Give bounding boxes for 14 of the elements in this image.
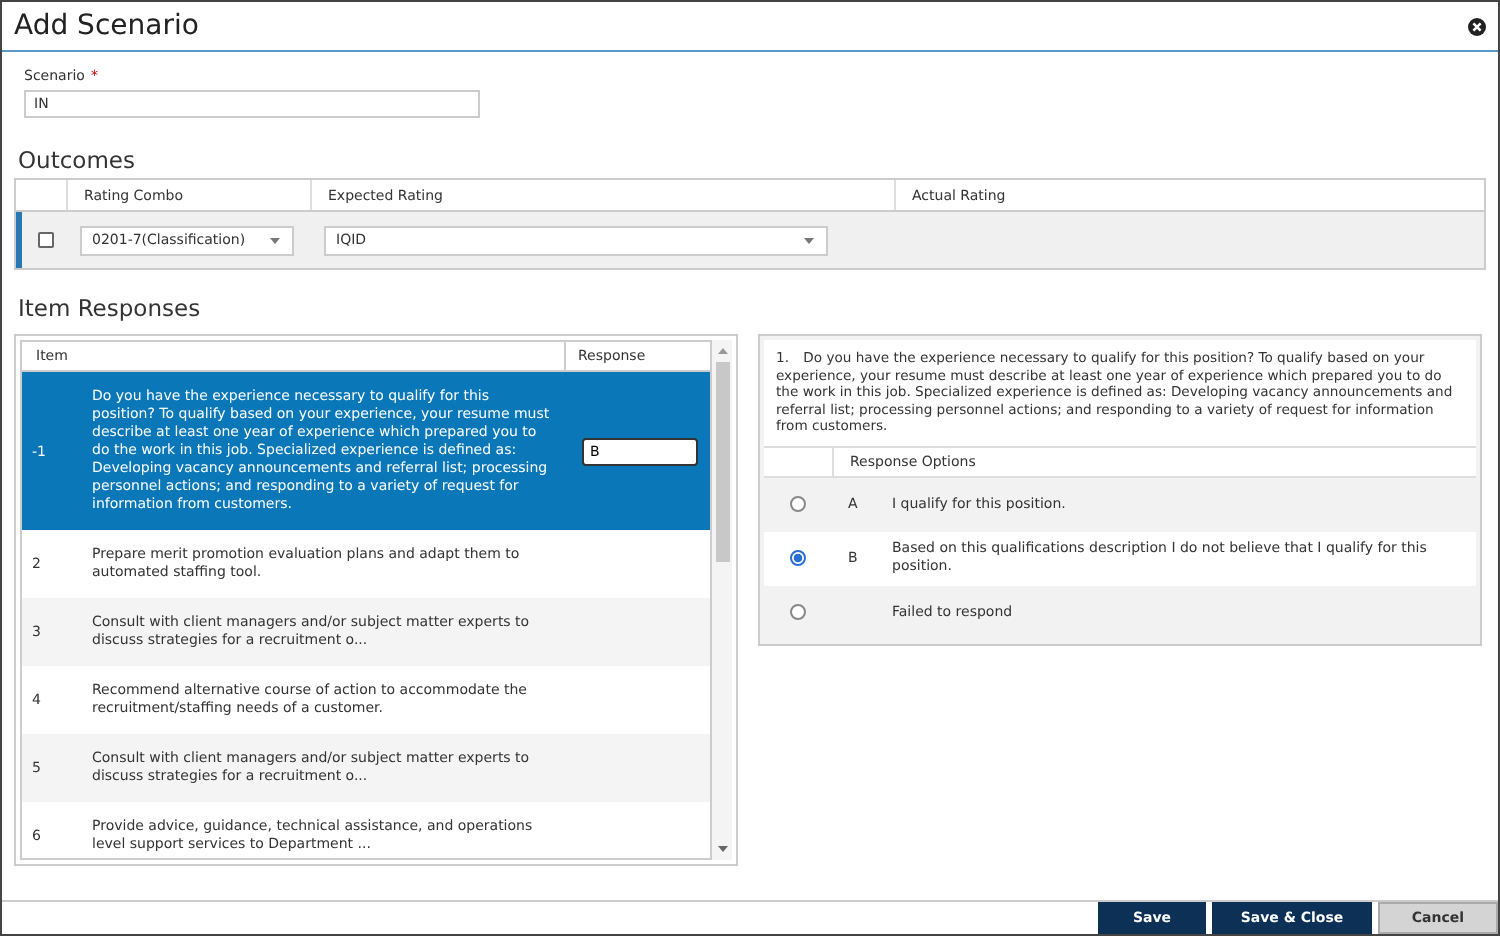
close-icon[interactable]: [1468, 17, 1486, 35]
section-heading: Item Responses: [18, 294, 203, 322]
radio-button[interactable]: [790, 604, 806, 620]
checkbox[interactable]: [37, 232, 53, 248]
scrollbar[interactable]: [712, 340, 732, 860]
section-heading: Outcomes: [18, 146, 137, 174]
window-title: Add Scenario: [14, 10, 199, 42]
caret-icon: [270, 237, 280, 243]
scroll-up-icon[interactable]: [717, 348, 727, 354]
radio-button[interactable]: [790, 550, 806, 566]
radio-button[interactable]: [790, 496, 806, 512]
caret-icon: [804, 237, 814, 243]
table-row[interactable]: [22, 372, 710, 530]
scroll-down-icon[interactable]: [717, 846, 727, 852]
